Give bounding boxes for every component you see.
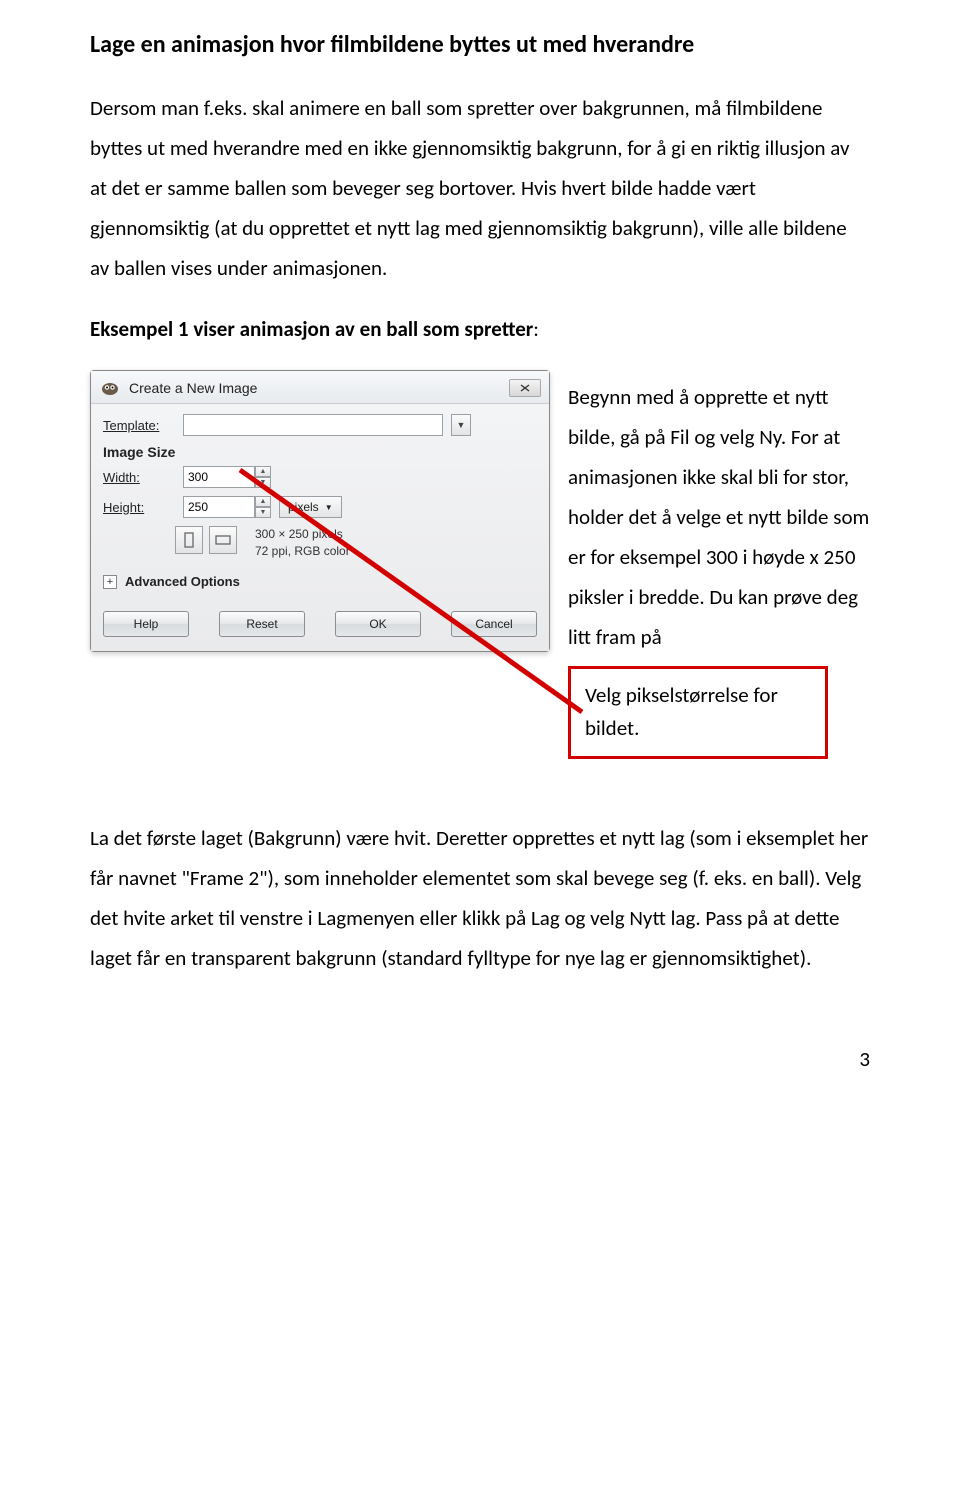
callout-box: Velg pikselstørrelse for bildet. — [568, 666, 828, 759]
dialog-title: Create a New Image — [129, 380, 257, 396]
page-number: 3 — [0, 1046, 960, 1102]
close-icon[interactable] — [509, 379, 541, 397]
width-input[interactable] — [183, 466, 255, 488]
help-button[interactable]: Help — [103, 611, 189, 637]
chevron-down-icon: ▼ — [325, 503, 333, 512]
paragraph-2: La det første laget (Bakgrunn) være hvit… — [90, 819, 870, 979]
expand-icon[interactable]: + — [103, 575, 117, 589]
width-spin-down-icon[interactable]: ▼ — [255, 477, 271, 488]
width-label: Width: — [103, 470, 175, 485]
template-dropdown-icon[interactable]: ▼ — [451, 414, 471, 436]
template-input[interactable] — [183, 414, 443, 436]
height-spin-up-icon[interactable]: ▲ — [255, 496, 271, 507]
advanced-options-label: Advanced Options — [125, 574, 240, 589]
height-label: Height: — [103, 500, 175, 515]
image-size-heading: Image Size — [103, 444, 537, 460]
dialog-titlebar: Create a New Image — [91, 371, 549, 404]
ok-button[interactable]: OK — [335, 611, 421, 637]
info-line-size: 300 × 250 pixels — [255, 526, 350, 543]
example-subhead: Eksempel 1 viser animasjon av en ball so… — [90, 316, 870, 342]
orientation-portrait-icon[interactable] — [175, 526, 203, 554]
instruction-text: Begynn med å opprette et nytt bilde, gå … — [568, 378, 870, 657]
cancel-button[interactable]: Cancel — [451, 611, 537, 637]
template-label: Template: — [103, 418, 175, 433]
paragraph-1: Dersom man f.eks. skal animere en ball s… — [90, 89, 870, 288]
width-spin-up-icon[interactable]: ▲ — [255, 466, 271, 477]
height-spin-down-icon[interactable]: ▼ — [255, 507, 271, 518]
info-line-color: 72 ppi, RGB color — [255, 543, 350, 560]
reset-button[interactable]: Reset — [219, 611, 305, 637]
example-subhead-tail: : — [533, 316, 539, 342]
gimp-icon — [99, 377, 121, 399]
orientation-landscape-icon[interactable] — [209, 526, 237, 554]
page-heading: Lage en animasjon hvor filmbildene bytte… — [90, 30, 870, 59]
units-dropdown[interactable]: pixels ▼ — [279, 496, 342, 518]
example-subhead-bold: Eksempel 1 viser animasjon av en ball so… — [90, 316, 533, 342]
create-image-dialog: Create a New Image Template: ▼ Image Siz… — [90, 370, 550, 652]
height-input[interactable] — [183, 496, 255, 518]
units-label: pixels — [288, 500, 319, 514]
